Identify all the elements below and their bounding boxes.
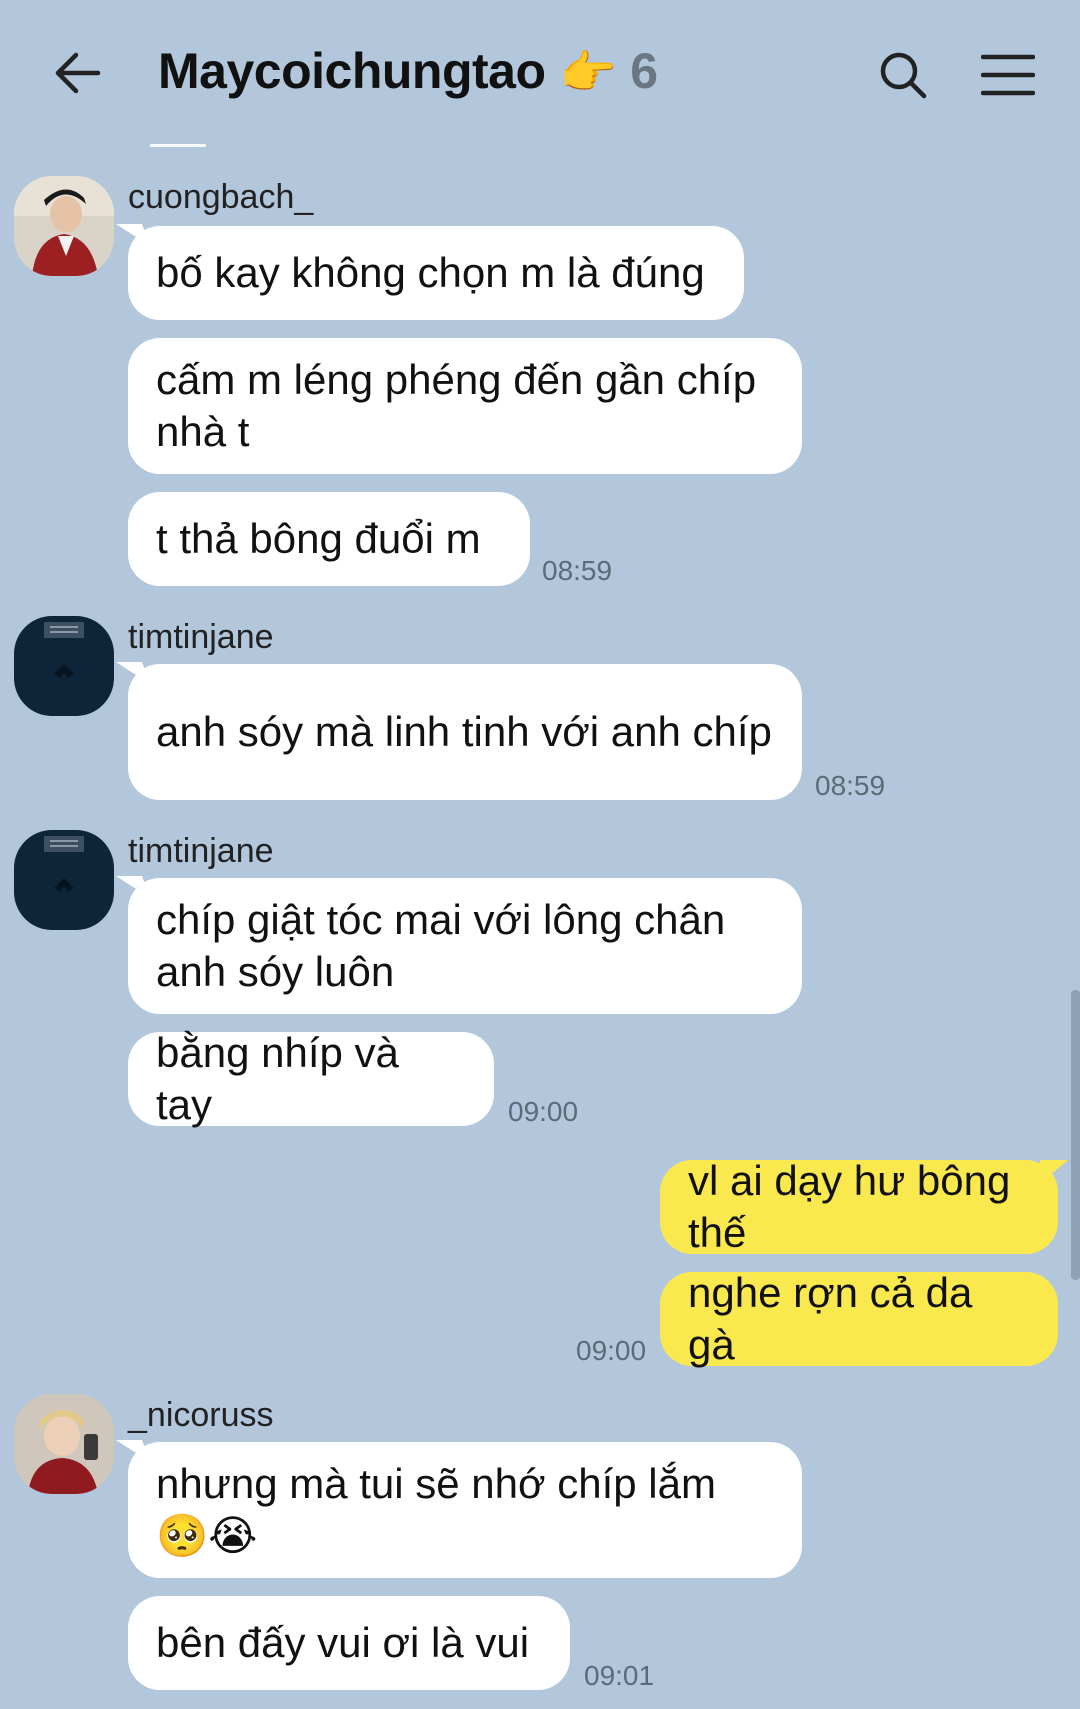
- avatar-image: [14, 830, 114, 930]
- message-text: nghe rợn cả da gà: [688, 1269, 973, 1368]
- avatar-timtinjane[interactable]: [14, 616, 114, 716]
- message-bubble[interactable]: bằng nhíp và tay: [128, 1029, 494, 1128]
- message-text: bố kay không chọn m là đúng: [156, 249, 705, 296]
- message-bubble[interactable]: cấm m léng phéng đến gần chíp nhà t: [128, 338, 802, 474]
- search-icon: [880, 52, 927, 99]
- message-bubble[interactable]: chíp giật tóc mai với lông chân anh sóy …: [128, 878, 802, 1014]
- message-text: bên đấy vui ơi là vui: [156, 1619, 530, 1666]
- avatar-image: [14, 616, 114, 716]
- sender-name: cuongbach_: [128, 178, 314, 216]
- message-text: chíp giật tóc mai với lông chân anh sóy …: [156, 896, 726, 995]
- sender-name: timtinjane: [128, 832, 274, 870]
- message-bubble[interactable]: bên đấy vui ơi là vui: [128, 1596, 570, 1690]
- message-text: vl ai dạy hư bông thế: [688, 1157, 1011, 1256]
- menu-button[interactable]: [972, 42, 1044, 108]
- chat-title: Maycoichungtao 👉 6: [158, 42, 658, 100]
- search-button[interactable]: [870, 42, 936, 108]
- pointing-hand-emoji: 👉: [559, 46, 617, 98]
- message-time: 09:01: [584, 1660, 655, 1691]
- message-time: 08:59: [542, 555, 613, 586]
- avatar-timtinjane[interactable]: [14, 830, 114, 930]
- message-text: anh sóy mà linh tinh với anh chíp: [156, 708, 772, 755]
- chat-name: Maycoichungtao: [158, 43, 546, 99]
- avatar-image: [14, 176, 114, 276]
- sender-name: timtinjane: [128, 618, 274, 656]
- message-time: 09:00: [508, 1096, 579, 1127]
- message-time: 08:59: [815, 770, 886, 801]
- my-message-bubble[interactable]: nghe rợn cả da gà: [660, 1269, 1058, 1368]
- message-text: nhưng mà tui sẽ nhớ chíp lắm 🥺😭: [156, 1460, 716, 1559]
- avatar-nicoruss[interactable]: [14, 1394, 114, 1494]
- message-bubble[interactable]: anh sóy mà linh tinh với anh chíp: [128, 664, 802, 800]
- my-message-bubble[interactable]: vl ai dạy hư bông thế: [660, 1157, 1068, 1256]
- avatar-image: [14, 1394, 114, 1494]
- scrollbar[interactable]: [1071, 990, 1080, 1280]
- arrow-left-icon: [55, 52, 101, 94]
- message-text: bằng nhíp và tay: [156, 1029, 399, 1128]
- sender-name: _nicoruss: [128, 1396, 274, 1434]
- message-bubble[interactable]: t thả bông đuổi m: [128, 492, 530, 586]
- message-text: cấm m léng phéng đến gần chíp nhà t: [156, 356, 757, 455]
- message-bubble[interactable]: nhưng mà tui sẽ nhớ chíp lắm 🥺😭: [128, 1442, 802, 1578]
- chat-header: Maycoichungtao 👉 6: [0, 0, 1080, 150]
- avatar-cuongbach[interactable]: [14, 176, 114, 276]
- message-time: 09:00: [576, 1335, 647, 1366]
- back-button[interactable]: [44, 40, 110, 106]
- message-bubble[interactable]: bố kay không chọn m là đúng: [128, 226, 744, 320]
- member-count: 6: [630, 43, 658, 99]
- divider: [150, 144, 206, 147]
- hamburger-menu-icon: [981, 54, 1035, 96]
- message-text: t thả bông đuổi m: [156, 515, 481, 562]
